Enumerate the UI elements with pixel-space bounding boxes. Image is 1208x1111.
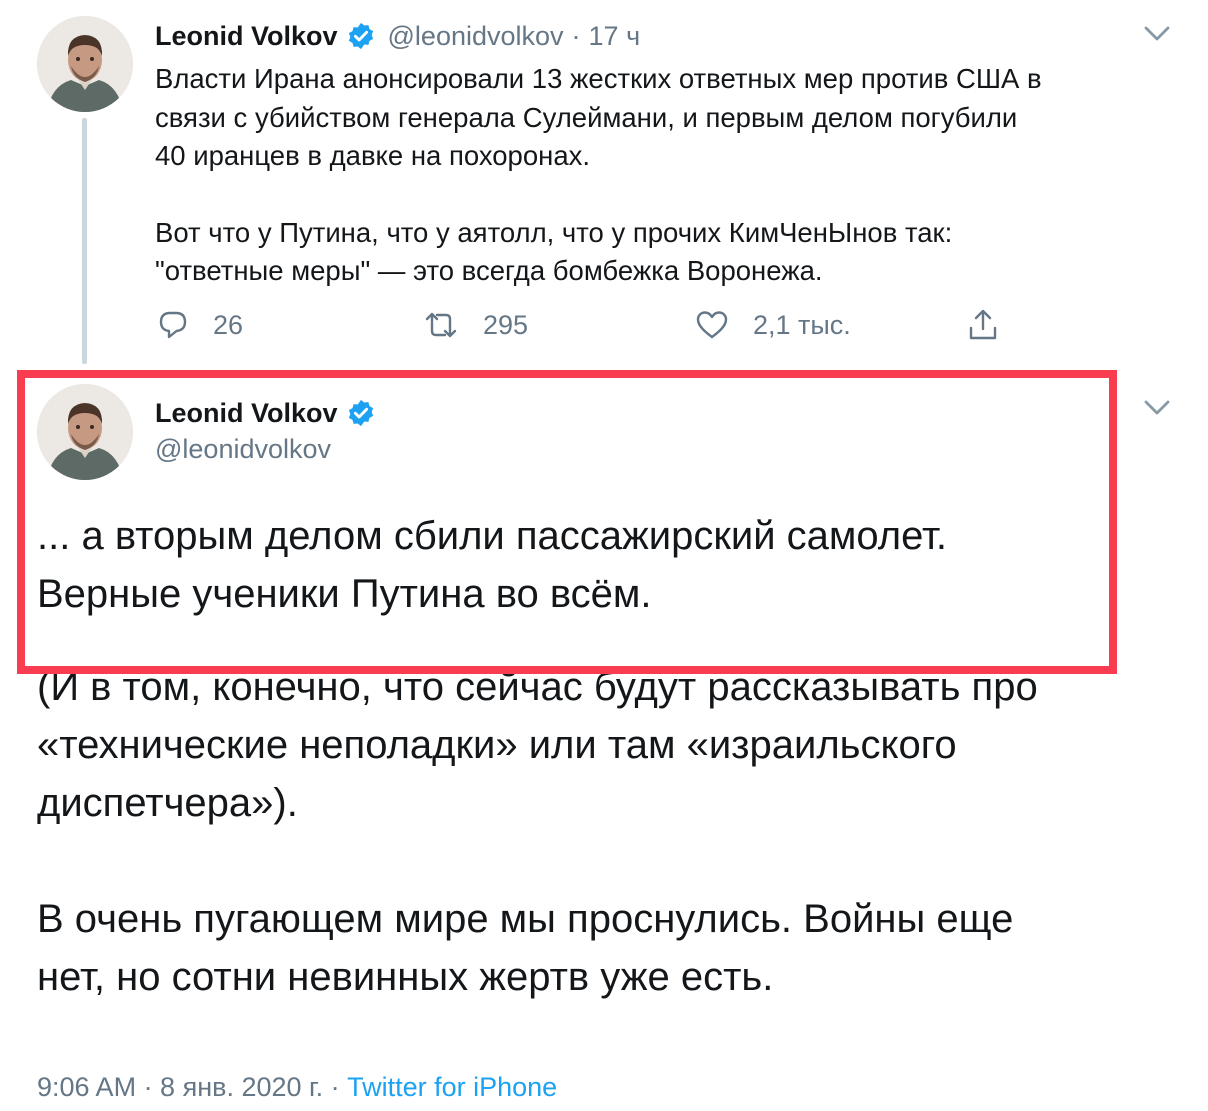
tweet-text-line: "ответные меры" — это всегда бомбежка Во…: [155, 255, 823, 286]
parent-tweet[interactable]: Leonid Volkov @leonidvolkov · 17 ч Власт…: [0, 0, 1208, 364]
thread-connector-line: [82, 118, 87, 364]
chevron-down-icon[interactable]: [1142, 398, 1172, 418]
reply-count: 26: [213, 309, 244, 340]
avatar[interactable]: [37, 384, 133, 480]
tweet-actions: 26 295 2,1 тыс.: [155, 306, 1015, 344]
tweet-time[interactable]: 17 ч: [589, 21, 641, 52]
tweet-text-line: «технические неполадки» или там «израиль…: [37, 723, 957, 767]
tweet-text-line: Верные ученики Путина во всём.: [37, 572, 652, 616]
like-count: 2,1 тыс.: [753, 309, 851, 340]
like-button[interactable]: 2,1 тыс.: [695, 306, 851, 344]
heart-icon: [696, 311, 728, 339]
tweet-thread: Leonid Volkov @leonidvolkov · 17 ч Власт…: [0, 0, 1208, 1111]
author-name[interactable]: Leonid Volkov: [155, 21, 338, 52]
verified-badge-icon: [346, 21, 376, 51]
avatar[interactable]: [37, 16, 133, 112]
tweet-text-line: Власти Ирана анонсировали 13 жестких отв…: [155, 63, 1042, 94]
tweet-meta: 9:06 AM · 8 янв. 2020 г. · Twitter for i…: [37, 1072, 557, 1103]
reply-icon: [159, 311, 187, 339]
tweet-text-line: В очень пугающем мире мы проснулись. Вой…: [37, 897, 1014, 941]
tweet-text-line: связи с убийством генерала Сулеймани, и …: [155, 101, 1018, 133]
tweet-text-line: Вот что у Путина, что у аятолл, что у пр…: [155, 216, 953, 248]
chevron-down-icon[interactable]: [1142, 24, 1172, 44]
tweet-source-link[interactable]: Twitter for iPhone: [347, 1072, 557, 1102]
author-name-row: Leonid Volkov: [155, 394, 388, 432]
tweet-text-line: (И в том, конечно, что сейчас будут расс…: [37, 665, 1038, 709]
author-name[interactable]: Leonid Volkov: [155, 398, 338, 429]
retweet-count: 295: [483, 309, 529, 340]
retweet-icon: [425, 312, 457, 338]
separator: ·: [571, 20, 581, 51]
tweet-text-line: 40 иранцев в давке на похоронах.: [155, 140, 591, 171]
tweet-text-line: диспетчера»).: [37, 781, 298, 825]
share-icon: [969, 309, 997, 340]
tweet-text-line: нет, но сотни невинных жертв уже есть.: [37, 955, 774, 999]
reply-button[interactable]: 26: [157, 306, 243, 344]
retweet-button[interactable]: 295: [423, 306, 528, 344]
author-handle[interactable]: @leonidvolkov: [388, 21, 564, 52]
author-handle[interactable]: @leonidvolkov: [155, 434, 331, 465]
tweet-text: ... а вторым делом сбили пассажирский са…: [37, 507, 1177, 1006]
tweet-header: Leonid Volkov @leonidvolkov · 17 ч: [155, 18, 640, 54]
verified-badge-icon: [346, 398, 376, 428]
tweet-text: Власти Ирана анонсировали 13 жестких отв…: [155, 60, 1175, 291]
tweet-text-line: ... а вторым делом сбили пассажирский са…: [37, 514, 948, 558]
tweet-timestamp[interactable]: 9:06 AM · 8 янв. 2020 г. ·: [37, 1072, 347, 1102]
share-button[interactable]: [967, 306, 1023, 344]
main-tweet: Leonid Volkov @leonidvolkov ... а вторым…: [0, 362, 1208, 1111]
